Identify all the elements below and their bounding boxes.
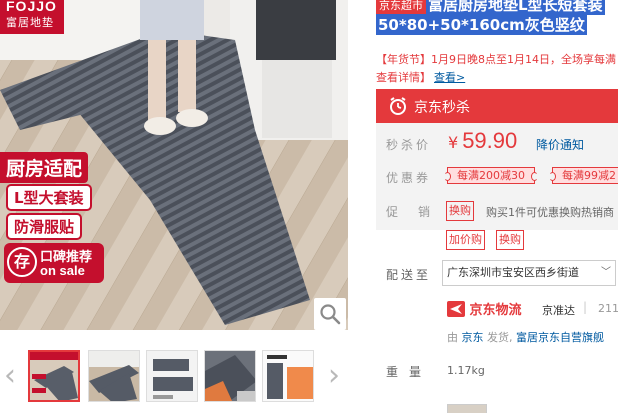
alarm-clock-icon [390, 97, 406, 115]
promotion-label: 促销 [386, 205, 451, 219]
title-text-line1: 富居厨房地垫L型长短套装 [426, 0, 605, 15]
promotion-description: 购买1件可优惠换购热销商 [486, 206, 614, 219]
thumbnail-4[interactable] [204, 350, 256, 402]
promo-notice: 【年货节】1月9日晚8点至1月14日，全场享每满 [376, 53, 616, 66]
thumbnail-1[interactable] [28, 350, 80, 402]
price-label: 秒杀价 [386, 138, 432, 152]
thumbnail-image [205, 351, 255, 401]
price-drop-notify-link[interactable]: 降价通知 [536, 136, 584, 153]
seckill-bar: 京东秒杀 [376, 89, 618, 123]
title-text-line2: 50*80+50*160cm灰色竖纹 [376, 14, 587, 35]
exchange-tag-2[interactable]: 换购 [496, 230, 524, 250]
seller-link[interactable]: 京东 [462, 331, 484, 344]
delivery-service: 京准达 [542, 304, 575, 317]
thumbnail-image [263, 351, 313, 401]
zoom-button[interactable] [314, 298, 346, 330]
product-title: 京东超市 富居厨房地垫L型长短套装 50*80+50*160cm灰色竖纹 [376, 0, 618, 42]
promo-details-text: 查看详情】 [376, 71, 431, 84]
currency-symbol: ¥ [448, 133, 459, 152]
thumbnail-5[interactable] [262, 350, 314, 402]
price-summary: 秒杀价 ¥59.90 降价通知 优惠券 每满200减30 每满99减2 促销 换… [376, 123, 618, 250]
thumbnail-image [89, 351, 139, 401]
delivery-extra: 211 [598, 302, 618, 315]
ship-to-label: 配送至 [386, 268, 432, 282]
store-link[interactable]: 富居京东自营旗舰 [516, 331, 604, 344]
ship-from-mid: 发货, [487, 331, 513, 344]
main-product-image[interactable]: FOJJO 富居地垫 厨房适配 L型大套装 防滑服贴 存 口碑推荐 on sal… [0, 0, 348, 330]
feature-anti-slip: 防滑服贴 [6, 213, 83, 240]
brand-logo-name: FOJJO [6, 0, 57, 14]
magnifier-icon [320, 304, 341, 325]
address-value: 广东深圳市宝安区西乡街道 [447, 266, 579, 279]
jd-supermarket-tag: 京东超市 [376, 0, 426, 14]
kitchen-fit-tag: 厨房适配 [0, 152, 89, 183]
logistics-name: 京东物流 [469, 303, 522, 318]
weight-label: 重量 [386, 365, 433, 379]
thumbnail-3[interactable] [146, 350, 198, 402]
address-selector[interactable]: 广东深圳市宝安区西乡街道 ﹀ [442, 260, 616, 286]
brand-logo-subtitle: 富居地垫 [6, 16, 54, 29]
thumbnail-image [147, 351, 197, 401]
promo-view-link[interactable]: 查看> [434, 71, 465, 84]
brand-logo: FOJJO 富居地垫 [0, 0, 64, 34]
shipped-from-info: 由 京东 发货, 富居京东自营旗舰 [447, 329, 604, 345]
feature-l-set: L型大套装 [6, 184, 92, 211]
chevron-right-icon[interactable]: › [324, 361, 344, 392]
ship-from-prefix: 由 [447, 331, 458, 344]
chevron-left-icon[interactable]: ‹ [0, 361, 20, 392]
word-of-mouth-badge: 存 口碑推荐 on sale [4, 243, 104, 283]
product-page: FOJJO 富居地垫 厨房适配 L型大套装 防滑服贴 存 口碑推荐 on sal… [0, 0, 618, 413]
thumbnail-2[interactable] [88, 350, 140, 402]
weight-value: 1.17kg [447, 364, 485, 377]
exchange-tag[interactable]: 换购 [446, 201, 474, 221]
jd-logistics-plane-icon [447, 301, 465, 317]
variant-option[interactable] [447, 404, 487, 413]
separator: | [583, 300, 588, 314]
thumbnail-image [30, 352, 78, 400]
badge-line2: on sale [40, 263, 85, 278]
add-price-buy-tag[interactable]: 加价购 [446, 230, 485, 250]
jd-logistics-logo: 京东物流 [447, 299, 522, 318]
product-info: 京东超市 富居厨房地垫L型长短套装 50*80+50*160cm灰色竖纹 【年货节… [376, 0, 618, 413]
coupon-200-30[interactable]: 每满200减30 [444, 167, 538, 184]
promo-notice-continued: 查看详情】 查看> [376, 69, 465, 85]
price-value: 59.90 [462, 128, 518, 153]
chevron-down-icon: ﹀ [601, 267, 611, 278]
coupon-label: 优惠券 [386, 171, 432, 185]
seal-icon: 存 [7, 247, 37, 277]
seckill-price: ¥59.90 [448, 128, 517, 154]
seckill-label: 京东秒杀 [414, 100, 470, 116]
coupon-99-2[interactable]: 每满99减2 [549, 167, 618, 184]
